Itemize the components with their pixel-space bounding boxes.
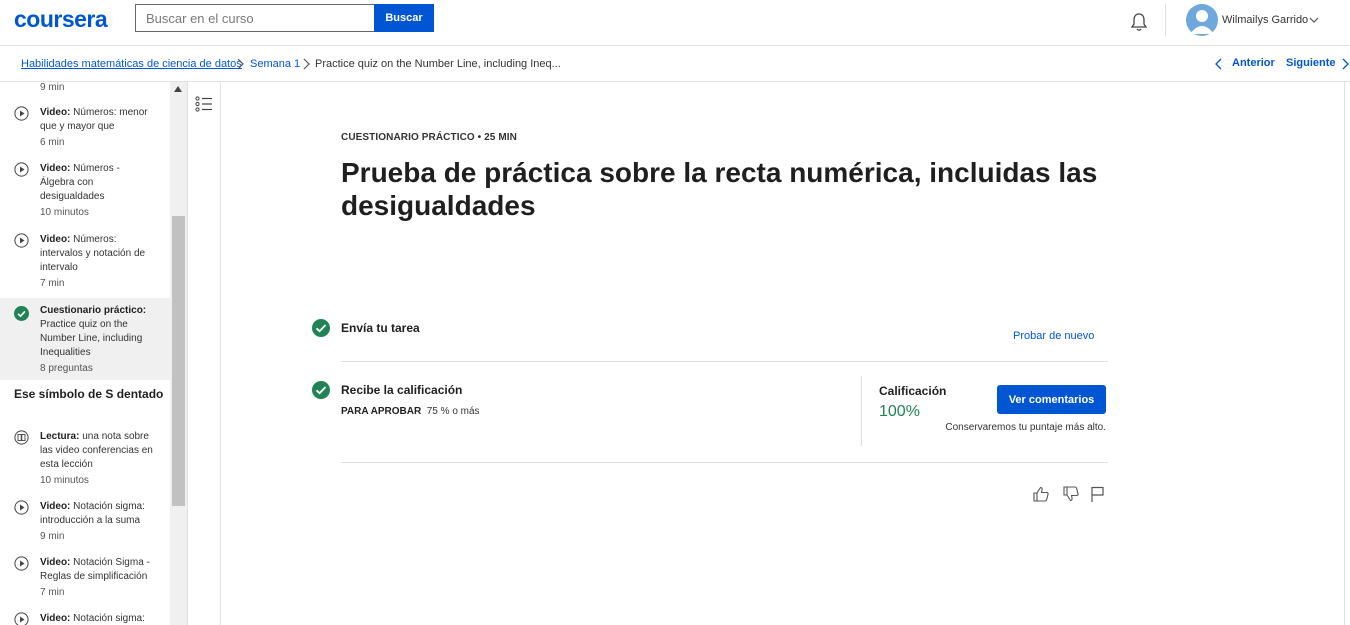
item-type: Video: <box>40 163 71 174</box>
item-type: Video: <box>40 557 71 568</box>
item-type: Video: <box>40 107 71 118</box>
grade-value: 100% <box>879 403 920 420</box>
item-duration: 7 min <box>40 587 65 598</box>
bell-icon[interactable] <box>1128 11 1150 33</box>
coursera-logo[interactable]: coursera <box>14 6 108 33</box>
breadcrumb-week[interactable]: Semana 1 <box>250 58 300 70</box>
breadcrumb: Habilidades matemáticas de ciencia de da… <box>0 46 1350 82</box>
next-link[interactable]: Siguiente <box>1286 57 1336 69</box>
view-feedback-button[interactable]: Ver comentarios <box>997 385 1106 414</box>
chevron-right-icon[interactable] <box>1340 58 1350 70</box>
sidebar-item[interactable]: Video: Notación sigma: introducción a la… <box>0 498 170 546</box>
step-grade-title: Recibe la calificación <box>341 383 463 397</box>
keep-highest-note: Conservaremos tu puntaje más alto. <box>945 422 1106 433</box>
item-duration: 10 minutos <box>40 475 89 486</box>
sidebar-item[interactable]: Video: Notación sigma: <box>0 610 170 625</box>
avatar-icon <box>1190 10 1214 34</box>
avatar[interactable] <box>1186 4 1218 36</box>
page-title: Prueba de práctica sobre la recta numéri… <box>341 157 1098 221</box>
toc-toggle-column <box>187 82 221 625</box>
item-duration: 9 min <box>40 82 65 93</box>
step-submit-title: Envía tu tarea <box>341 321 420 335</box>
sidebar-item[interactable]: Lectura: una nota sobre las video confer… <box>0 428 170 490</box>
sidebar-item-active[interactable]: Cuestionario práctico: Practice quiz on … <box>0 298 170 380</box>
top-header: coursera Buscar Wilmailys Garrido <box>0 0 1350 46</box>
sidebar-item[interactable]: Video: Notación Sigma - Reglas de simpli… <box>0 554 170 602</box>
section-heading: Ese símbolo de S dentado <box>14 387 164 401</box>
retry-link[interactable]: Probar de nuevo <box>1013 330 1094 342</box>
sidebar-item[interactable]: Video: Números - Álgebra con desigualdad… <box>0 160 170 222</box>
header-divider <box>1165 4 1166 36</box>
item-duration: 10 minutos <box>40 207 89 218</box>
sidebar-scrollbar[interactable] <box>170 82 187 625</box>
reading-icon <box>14 430 29 445</box>
content-right-border <box>1344 82 1345 625</box>
pass-value: 75 % o más <box>426 406 480 417</box>
item-eyebrow: CUESTIONARIO PRÁCTICO • 25 MIN <box>341 132 517 143</box>
chevron-down-icon[interactable] <box>1309 15 1319 25</box>
check-circle-icon <box>14 306 29 321</box>
breadcrumb-current: Practice quiz on the Number Line, includ… <box>315 58 561 70</box>
sidebar-item[interactable]: Video: Números: menor que y mayor que 6 m… <box>0 104 170 152</box>
previous-link[interactable]: Anterior <box>1232 57 1275 69</box>
search-input[interactable] <box>135 4 375 32</box>
item-title: Practice quiz on the Number Line, includ… <box>40 319 143 358</box>
play-icon <box>14 106 29 121</box>
divider <box>341 361 1108 362</box>
course-sidebar: 9 min Video: Números: menor que y mayor … <box>0 82 170 625</box>
pass-requirement: PARA APROBAR 75 % o más <box>341 406 480 417</box>
flag-icon[interactable] <box>1089 485 1107 503</box>
thumbs-down-icon[interactable] <box>1062 485 1080 503</box>
user-name[interactable]: Wilmailys Garrido <box>1222 14 1308 26</box>
item-title: Notación sigma: <box>73 613 145 624</box>
scroll-thumb[interactable] <box>172 216 185 506</box>
play-icon <box>14 556 29 571</box>
check-circle-icon <box>312 381 330 399</box>
search-button[interactable]: Buscar <box>374 4 434 32</box>
item-duration: 6 min <box>40 137 65 148</box>
pass-label: PARA APROBAR <box>341 406 422 417</box>
thumbs-up-icon[interactable] <box>1032 485 1050 503</box>
check-circle-icon <box>312 319 330 337</box>
play-icon <box>14 612 29 625</box>
grade-label: Calificación <box>879 384 947 398</box>
breadcrumb-course[interactable]: Habilidades matemáticas de ciencia de da… <box>21 58 242 70</box>
scroll-up-arrow[interactable] <box>174 86 182 92</box>
item-duration: 9 min <box>40 531 65 542</box>
list-icon[interactable] <box>195 96 213 112</box>
play-icon <box>14 500 29 515</box>
divider <box>341 462 1108 463</box>
play-icon <box>14 233 29 248</box>
play-icon <box>14 162 29 177</box>
item-type: Lectura: <box>40 431 80 442</box>
sidebar-item[interactable]: Video: Números: intervalos y notación de… <box>0 231 170 293</box>
main-content: CUESTIONARIO PRÁCTICO • 25 MIN Prueba de… <box>221 82 1350 625</box>
item-type: Video: <box>40 234 71 245</box>
chevron-right-icon <box>237 58 244 70</box>
sidebar-item[interactable]: 9 min <box>0 82 170 94</box>
item-duration: 7 min <box>40 278 65 289</box>
item-type: Cuestionario práctico: <box>40 305 147 316</box>
chevron-right-icon <box>303 58 310 70</box>
item-duration: 8 preguntas <box>40 363 93 374</box>
chevron-left-icon[interactable] <box>1214 58 1224 70</box>
item-type: Video: <box>40 613 71 624</box>
grade-divider <box>861 376 862 446</box>
item-type: Video: <box>40 501 71 512</box>
